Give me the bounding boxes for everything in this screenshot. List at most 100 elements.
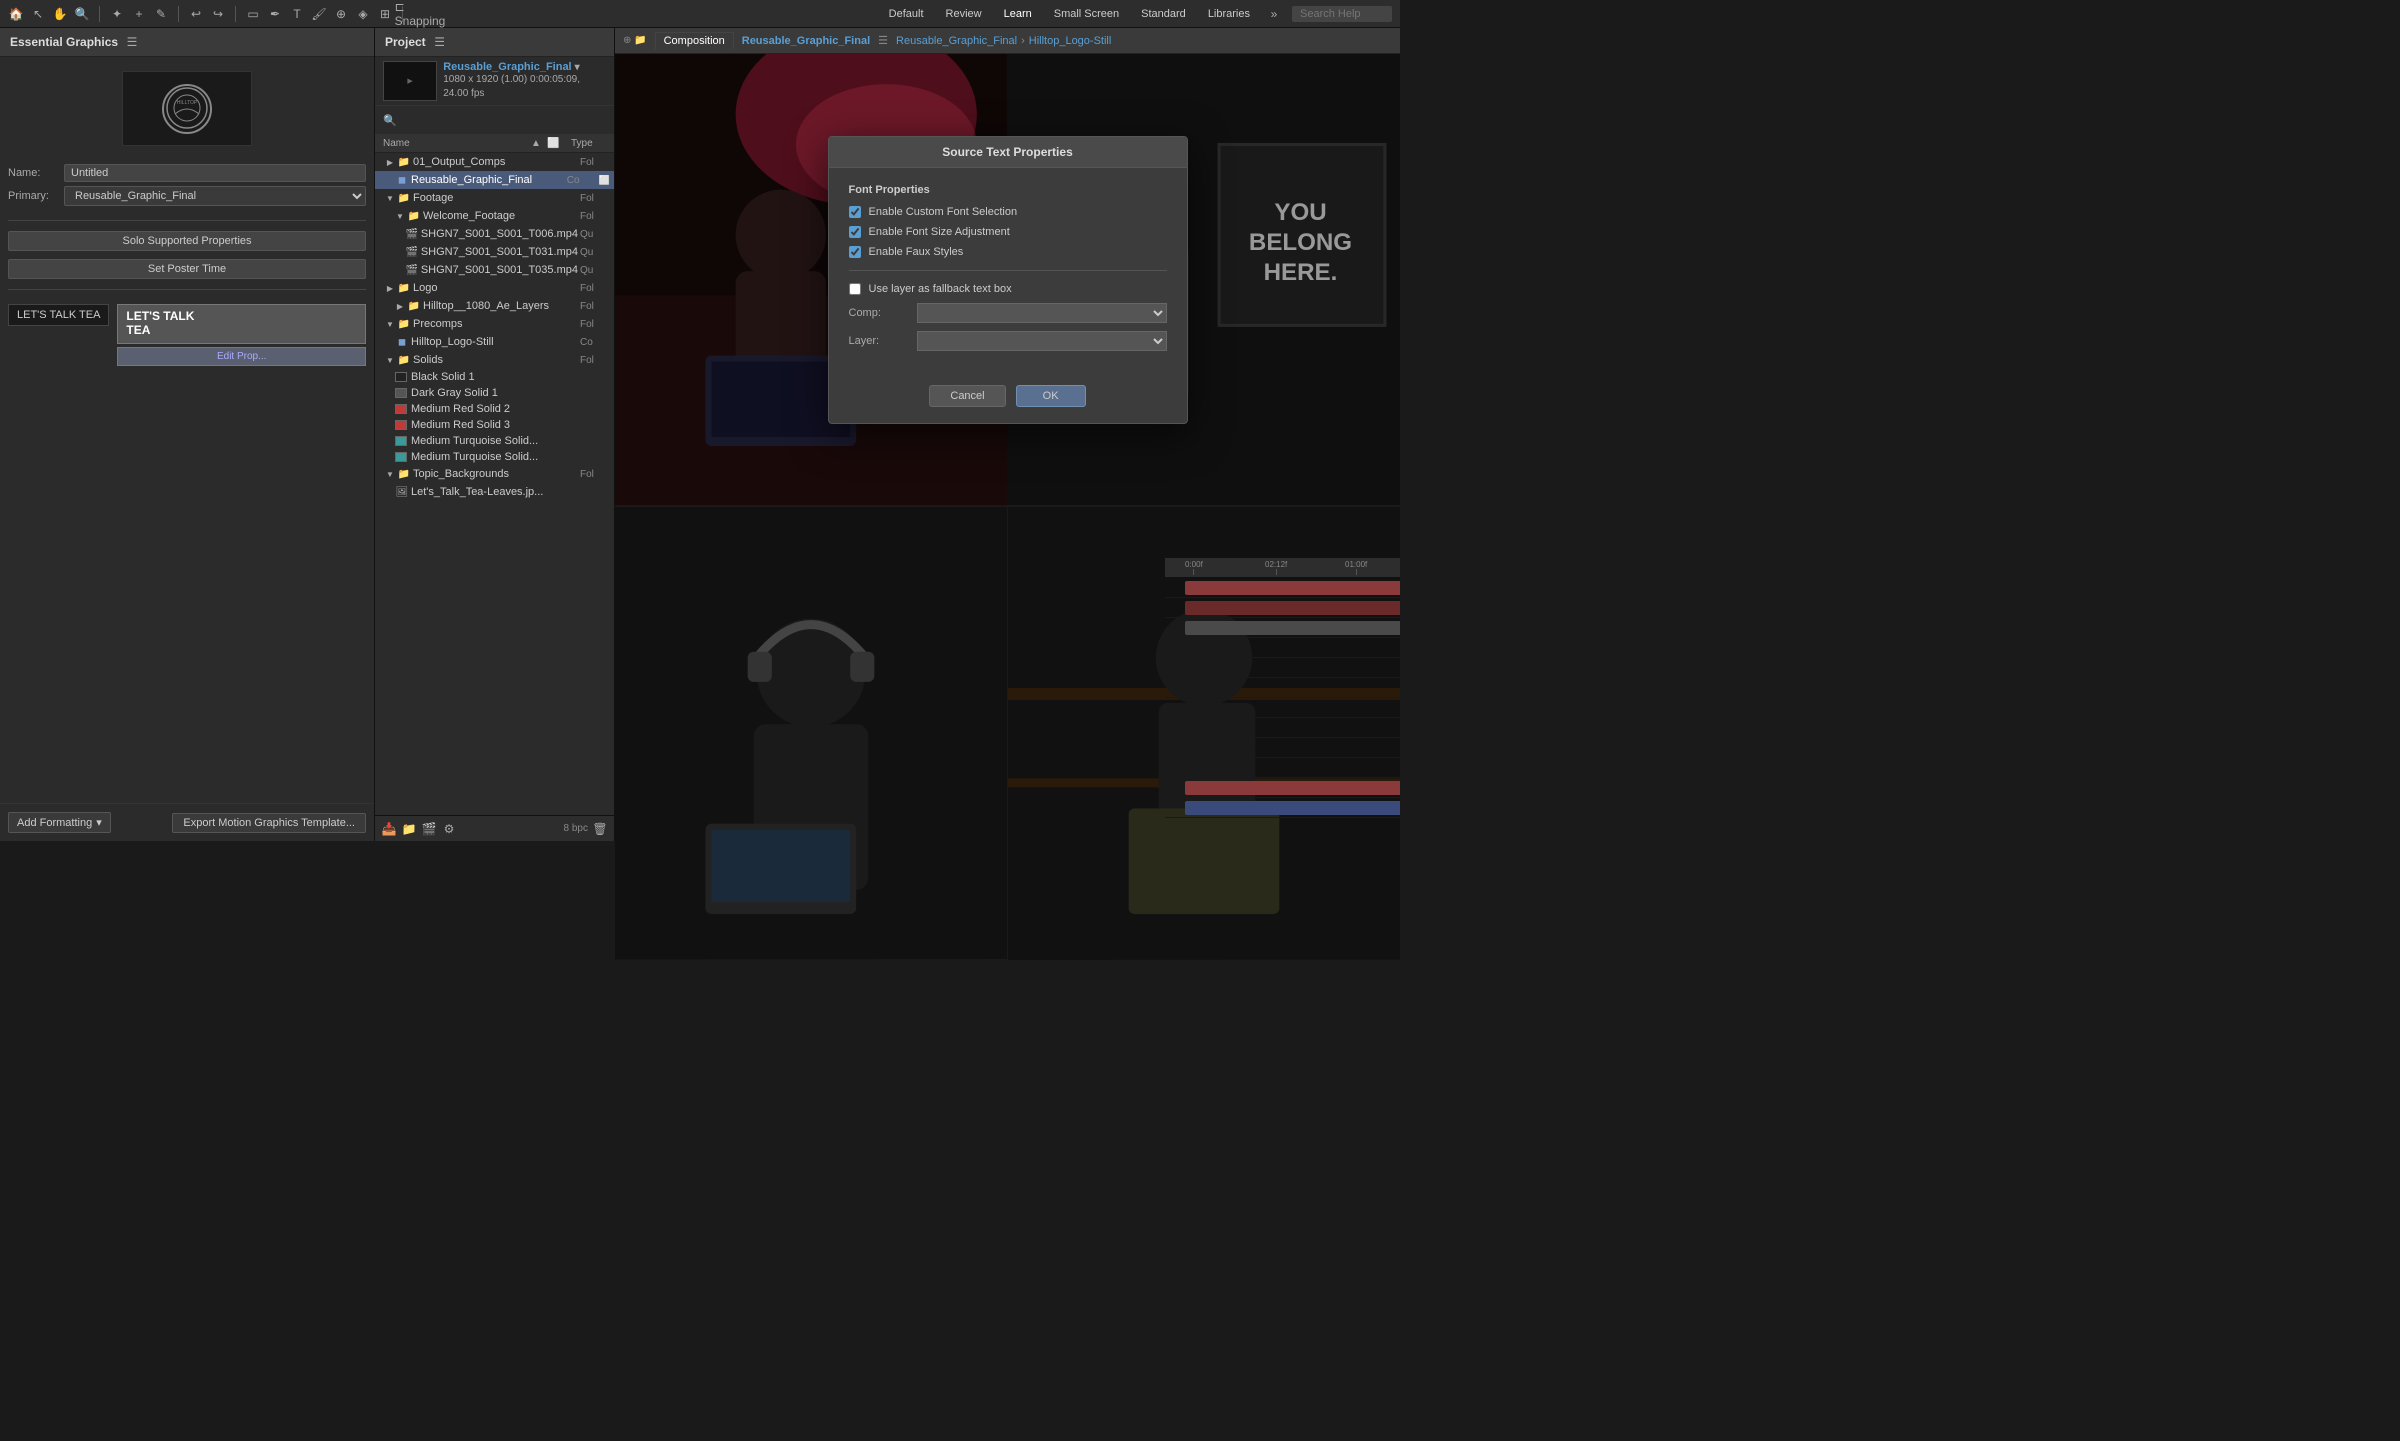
- workspace-standard[interactable]: Standard: [1135, 6, 1192, 22]
- eg-spacer: [0, 374, 374, 803]
- text-icon[interactable]: T: [289, 6, 305, 22]
- track-bar-1[interactable]: [1185, 581, 1400, 595]
- source-text-properties-dialog: Source Text Properties Font Properties E…: [828, 136, 1188, 424]
- breadcrumb-comp[interactable]: Reusable_Graphic_Final: [896, 35, 1017, 47]
- snapping-icon[interactable]: ⊏ Snapping: [412, 6, 428, 22]
- timeline-tracks: 0:00f 02:12f 01:00f 01:12f: [1165, 558, 1400, 821]
- tree-item-logo[interactable]: ▶ 📁 Logo Fol: [375, 279, 614, 297]
- brush-icon[interactable]: 🖌: [311, 6, 327, 22]
- project-search-input[interactable]: [401, 110, 606, 130]
- tree-item-black-solid[interactable]: Black Solid 1: [375, 369, 614, 385]
- pen-icon[interactable]: ✒: [267, 6, 283, 22]
- star-icon[interactable]: ✦: [109, 6, 125, 22]
- footage-icon-tea-leaves: 🖼: [395, 485, 409, 499]
- help-search-input[interactable]: [1292, 6, 1392, 22]
- eg-solo-btn[interactable]: Solo Supported Properties: [8, 231, 366, 251]
- clone-icon[interactable]: ⊕: [333, 6, 349, 22]
- edit-icon[interactable]: ✎: [153, 6, 169, 22]
- tree-arrow-logo[interactable]: ▶: [385, 283, 395, 293]
- dialog-checkbox-font-size-input[interactable]: [849, 226, 861, 238]
- dialog-ok-btn[interactable]: OK: [1016, 385, 1086, 407]
- tree-arrow-topic[interactable]: ▼: [385, 469, 395, 479]
- dialog-layer-select[interactable]: [917, 331, 1167, 351]
- dialog-comp-select[interactable]: [917, 303, 1167, 323]
- workspace-smallscreen[interactable]: Small Screen: [1048, 6, 1125, 22]
- tree-item-teal1-solid[interactable]: Medium Turquoise Solid...: [375, 433, 614, 449]
- tree-item-hilltop-layers[interactable]: ▶ 📁 Hilltop__1080_Ae_Layers Fol: [375, 297, 614, 315]
- redo-icon[interactable]: ↪: [210, 6, 226, 22]
- tree-item-t006[interactable]: 🎬 SHGN7_S001_S001_T006.mp4 Qu: [375, 225, 614, 243]
- workspace-default[interactable]: Default: [883, 6, 930, 22]
- track-bar-4[interactable]: [1185, 781, 1400, 795]
- track-bar-5[interactable]: [1185, 801, 1400, 815]
- tree-item-teal2-solid[interactable]: Medium Turquoise Solid...: [375, 449, 614, 465]
- comp-settings-icon[interactable]: ☰: [878, 34, 888, 47]
- tree-item-reusable[interactable]: ◼ Reusable_Graphic_Final Co ⬜: [375, 171, 614, 189]
- tree-item-solids[interactable]: ▼ 📁 Solids Fol: [375, 351, 614, 369]
- tree-arrow-welcome[interactable]: ▼: [395, 211, 405, 221]
- eg-poster-btn[interactable]: Set Poster Time: [8, 259, 366, 279]
- track-bar-2[interactable]: [1185, 601, 1400, 615]
- tree-item-hilltop-still[interactable]: ◼ Hilltop_Logo-Still Co: [375, 333, 614, 351]
- tree-item-topic-bg[interactable]: ▼ 📁 Topic_Backgrounds Fol: [375, 465, 614, 483]
- tree-item-welcome-footage[interactable]: ▼ 📁 Welcome_Footage Fol: [375, 207, 614, 225]
- project-panel: Project ☰ ▶ Reusable_Graphic_Final ▾ 108…: [375, 28, 615, 841]
- tree-arrow-footage[interactable]: ▼: [385, 193, 395, 203]
- tree-name-teal2-solid: Medium Turquoise Solid...: [411, 451, 610, 463]
- track-row-5: [1165, 798, 1400, 818]
- track-bar-3[interactable]: [1185, 621, 1400, 635]
- eg-primary-select[interactable]: Reusable_Graphic_Final: [64, 186, 366, 206]
- hand-icon[interactable]: ✋: [52, 6, 68, 22]
- tree-arrow-hilltop[interactable]: ▶: [395, 301, 405, 311]
- tree-item-precomps[interactable]: ▼ 📁 Precomps Fol: [375, 315, 614, 333]
- tree-col-sort[interactable]: ▲: [531, 138, 543, 149]
- tree-type-hilltop-still: Co: [580, 337, 610, 348]
- tree-item-red3-solid[interactable]: Medium Red Solid 3: [375, 417, 614, 433]
- project-comp-icon[interactable]: 🎬: [421, 821, 437, 837]
- pin-icon[interactable]: ⊞: [377, 6, 393, 22]
- tree-name-topic: Topic_Backgrounds: [413, 468, 578, 480]
- more-workspaces-icon[interactable]: »: [1266, 6, 1282, 22]
- eg-name-input[interactable]: [64, 164, 366, 182]
- project-folder-icon[interactable]: 📁: [401, 821, 417, 837]
- project-comp-arrow[interactable]: ▾: [575, 62, 580, 73]
- workspace-review[interactable]: Review: [940, 6, 988, 22]
- dialog-cancel-btn[interactable]: Cancel: [929, 385, 1005, 407]
- dialog-checkbox-faux-styles-input[interactable]: [849, 246, 861, 258]
- tree-item-t031[interactable]: 🎬 SHGN7_S001_S001_T031.mp4 Qu: [375, 243, 614, 261]
- export-template-btn[interactable]: Export Motion Graphics Template...: [172, 813, 366, 833]
- home-icon[interactable]: 🏠: [8, 6, 24, 22]
- tree-arrow-output[interactable]: ▶: [385, 157, 395, 167]
- project-import-icon[interactable]: 📥: [381, 821, 397, 837]
- tree-arrow-solids[interactable]: ▼: [385, 355, 395, 365]
- tree-type-logo: Fol: [580, 283, 610, 294]
- breadcrumb-sub[interactable]: Hilltop_Logo-Still: [1029, 35, 1112, 47]
- project-delete-icon[interactable]: 🗑: [592, 821, 608, 837]
- tree-arrow-precomps[interactable]: ▼: [385, 319, 395, 329]
- breadcrumb-sep: ›: [1021, 35, 1025, 47]
- tree-item-darkgray-solid[interactable]: Dark Gray Solid 1: [375, 385, 614, 401]
- main-layout: Essential Graphics ☰ HILLTOP Name:: [0, 28, 1400, 841]
- eg-menu-icon[interactable]: ☰: [124, 34, 140, 50]
- tree-item-output-comps[interactable]: ▶ 📁 01_Output_Comps Fol: [375, 153, 614, 171]
- project-menu-icon[interactable]: ☰: [432, 34, 448, 50]
- tree-item-tea-leaves[interactable]: 🖼 Let's_Talk_Tea-Leaves.jp...: [375, 483, 614, 501]
- undo-icon[interactable]: ↩: [188, 6, 204, 22]
- dialog-checkbox-custom-font-input[interactable]: [849, 206, 861, 218]
- plus-icon[interactable]: +: [131, 6, 147, 22]
- rect-icon[interactable]: ▭: [245, 6, 261, 22]
- eraser-icon[interactable]: ◈: [355, 6, 371, 22]
- zoom-icon[interactable]: 🔍: [74, 6, 90, 22]
- tree-item-footage[interactable]: ▼ 📁 Footage Fol: [375, 189, 614, 207]
- tree-item-red2-solid[interactable]: Medium Red Solid 2: [375, 401, 614, 417]
- comp-tab-main[interactable]: Composition: [655, 32, 734, 49]
- eg-edit-properties-btn[interactable]: Edit Prop...: [117, 347, 366, 366]
- project-render-icon[interactable]: ⚙: [441, 821, 457, 837]
- workspace-libraries[interactable]: Libraries: [1202, 6, 1256, 22]
- arrow-icon[interactable]: ↖: [30, 6, 46, 22]
- workspace-learn[interactable]: Learn: [998, 6, 1038, 22]
- dialog-checkbox-fallback-input[interactable]: [849, 283, 861, 295]
- tree-item-t035[interactable]: 🎬 SHGN7_S001_S001_T035.mp4 Qu: [375, 261, 614, 279]
- add-formatting-btn[interactable]: Add Formatting ▾: [8, 812, 111, 833]
- eg-text-edit-box[interactable]: LET'S TALKTEA: [117, 304, 366, 344]
